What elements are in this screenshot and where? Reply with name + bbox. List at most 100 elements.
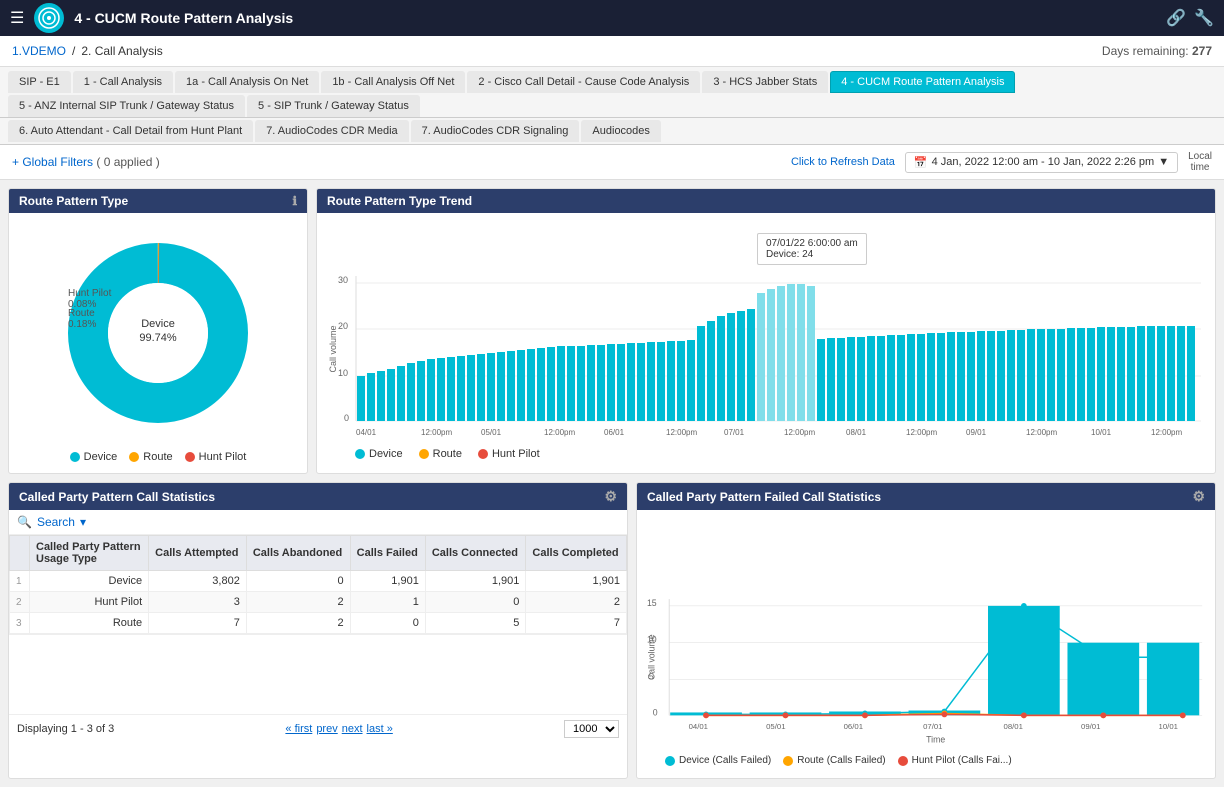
tab-sip---e1[interactable]: SIP - E1 <box>8 71 71 93</box>
svg-text:Call volume: Call volume <box>647 634 657 680</box>
date-range-picker[interactable]: 📅 4 Jan, 2022 12:00 am - 10 Jan, 2022 2:… <box>905 152 1178 173</box>
row-num: 2 <box>10 592 30 613</box>
table-row: 2 Hunt Pilot 3 2 1 0 2 <box>10 592 627 613</box>
page-size-select[interactable]: 1000 500 100 <box>564 720 619 738</box>
filters-bar: + Global Filters ( 0 applied ) Click to … <box>0 145 1224 180</box>
tab-4---cucm-route-patte[interactable]: 4 - CUCM Route Pattern Analysis <box>830 71 1015 93</box>
page-links: « first prev next last » <box>285 723 392 735</box>
failed-legend-device: Device (Calls Failed) <box>665 755 771 766</box>
svg-text:12:00pm: 12:00pm <box>1026 428 1057 437</box>
tab-row2-7.-audiocodes-cdr-me[interactable]: 7. AudioCodes CDR Media <box>255 120 408 142</box>
tab-row2-audiocodes[interactable]: Audiocodes <box>581 120 661 142</box>
row-attempted: 3 <box>149 592 247 613</box>
tab-1b---call-analysis-o[interactable]: 1b - Call Analysis Off Net <box>321 71 465 93</box>
tab-nav-row1: SIP - E11 - Call Analysis1a - Call Analy… <box>0 67 1224 118</box>
failed-legend: Device (Calls Failed) Route (Calls Faile… <box>645 751 1207 770</box>
legend-route: Route <box>129 451 172 463</box>
row-completed: 2 <box>526 592 627 613</box>
tab-row2-6.-auto-attendant---[interactable]: 6. Auto Attendant - Call Detail from Hun… <box>8 120 253 142</box>
svg-text:04/01: 04/01 <box>356 428 377 437</box>
route-pattern-type-panel: Route Pattern Type ℹ Device 99.74% <box>8 188 308 474</box>
filters-right: Click to Refresh Data 📅 4 Jan, 2022 12:0… <box>791 151 1212 173</box>
donut-chart: Device 99.74% <box>58 233 258 433</box>
tab-5---anz-internal-sip[interactable]: 5 - ANZ Internal SIP Trunk / Gateway Sta… <box>8 95 245 117</box>
row-connected: 5 <box>425 613 526 634</box>
first-page-link[interactable]: « first <box>285 723 312 735</box>
row-abandoned: 2 <box>246 613 350 634</box>
svg-text:12:00pm: 12:00pm <box>421 428 452 437</box>
search-chevron[interactable]: ▾ <box>80 515 86 529</box>
row-connected: 0 <box>425 592 526 613</box>
trend-dot-device <box>355 449 365 459</box>
trend-legend: Device Route Hunt Pilot <box>325 444 1207 464</box>
called-party-stats-panel: Called Party Pattern Call Statistics ⚙ 🔍… <box>8 482 628 779</box>
breadcrumb-tenant[interactable]: 1.VDEMO <box>12 44 66 58</box>
failed-chart-body: 0 5 10 15 Call volume <box>637 510 1215 778</box>
failed-dot-device <box>665 756 675 766</box>
svg-text:05/01: 05/01 <box>481 428 502 437</box>
donut-legend: Device Route Hunt Pilot <box>70 451 247 463</box>
row-type: Route <box>30 613 149 634</box>
settings-icon[interactable]: 🔧 <box>1194 8 1214 28</box>
svg-text:0: 0 <box>653 707 658 717</box>
svg-text:08/01: 08/01 <box>1004 722 1023 731</box>
svg-text:12:00pm: 12:00pm <box>906 428 937 437</box>
failed-panel-header: Called Party Pattern Failed Call Statist… <box>637 483 1215 510</box>
global-filters-btn[interactable]: + Global Filters ( 0 applied ) <box>12 155 160 169</box>
row-completed: 1,901 <box>526 571 627 592</box>
row-failed: 1 <box>350 592 425 613</box>
prev-page-link[interactable]: prev <box>316 723 337 735</box>
days-remaining: Days remaining: 277 <box>1102 44 1212 58</box>
svg-text:12:00pm: 12:00pm <box>784 428 815 437</box>
svg-text:10: 10 <box>338 368 348 378</box>
tab-2---cisco-call-detai[interactable]: 2 - Cisco Call Detail - Cause Code Analy… <box>467 71 700 93</box>
link-icon[interactable]: 🔗 <box>1166 8 1186 28</box>
tab-1---call-analysis[interactable]: 1 - Call Analysis <box>73 71 173 93</box>
trend-legend-route: Route <box>419 448 462 460</box>
svg-text:05/01: 05/01 <box>766 722 785 731</box>
tab-1a---call-analysis-o[interactable]: 1a - Call Analysis On Net <box>175 71 319 93</box>
pagination-bar: Displaying 1 - 3 of 3 « first prev next … <box>9 714 627 743</box>
row-abandoned: 0 <box>246 571 350 592</box>
top-row: Route Pattern Type ℹ Device 99.74% <box>8 188 1216 474</box>
route-label: Route0.18% <box>68 308 96 330</box>
search-icon: 🔍 <box>17 515 32 529</box>
row-failed: 0 <box>350 613 425 634</box>
table-settings-icon[interactable]: ⚙ <box>604 488 617 505</box>
svg-text:08/01: 08/01 <box>846 428 867 437</box>
last-page-link[interactable]: last » <box>367 723 393 735</box>
tab-3---hcs-jabber-stats[interactable]: 3 - HCS Jabber Stats <box>702 71 828 93</box>
row-attempted: 7 <box>149 613 247 634</box>
breadcrumb-bar: 1.VDEMO / 2. Call Analysis Days remainin… <box>0 36 1224 67</box>
col-completed: Calls Completed <box>526 536 627 571</box>
search-bar: 🔍 Search ▾ <box>9 510 627 535</box>
svg-text:07/01: 07/01 <box>923 722 942 731</box>
pagination-info: Displaying 1 - 3 of 3 <box>17 723 114 735</box>
main-content: Route Pattern Type ℹ Device 99.74% <box>0 180 1224 787</box>
donut-panel-title: Route Pattern Type <box>19 194 128 208</box>
svg-text:15: 15 <box>647 598 657 608</box>
menu-icon[interactable]: ☰ <box>10 8 24 28</box>
table-empty-space <box>9 634 627 714</box>
refresh-link[interactable]: Click to Refresh Data <box>791 156 895 168</box>
svg-text:Call volume: Call volume <box>328 325 338 372</box>
row-abandoned: 2 <box>246 592 350 613</box>
info-icon[interactable]: ℹ <box>292 194 297 208</box>
svg-text:99.74%: 99.74% <box>139 332 177 344</box>
table-row: 3 Route 7 2 0 5 7 <box>10 613 627 634</box>
tab-row2-7.-audiocodes-cdr-si[interactable]: 7. AudioCodes CDR Signaling <box>411 120 580 142</box>
next-page-link[interactable]: next <box>342 723 363 735</box>
breadcrumb: 1.VDEMO / 2. Call Analysis <box>12 44 163 58</box>
svg-text:10/01: 10/01 <box>1159 722 1178 731</box>
legend-dot-route <box>129 452 139 462</box>
col-connected: Calls Connected <box>425 536 526 571</box>
toolbar-icons: 🔗 🔧 <box>1166 8 1214 28</box>
trend-panel-title: Route Pattern Type Trend <box>327 194 472 208</box>
svg-text:12:00pm: 12:00pm <box>1151 428 1182 437</box>
tab-5---sip-trunk-/-gate[interactable]: 5 - SIP Trunk / Gateway Status <box>247 95 420 117</box>
top-bar: ☰ 4 - CUCM Route Pattern Analysis 🔗 🔧 <box>0 0 1224 36</box>
app-logo <box>34 3 64 33</box>
svg-text:06/01: 06/01 <box>844 722 863 731</box>
failed-settings-icon[interactable]: ⚙ <box>1192 488 1205 505</box>
table-panel-title: Called Party Pattern Call Statistics <box>19 490 215 504</box>
